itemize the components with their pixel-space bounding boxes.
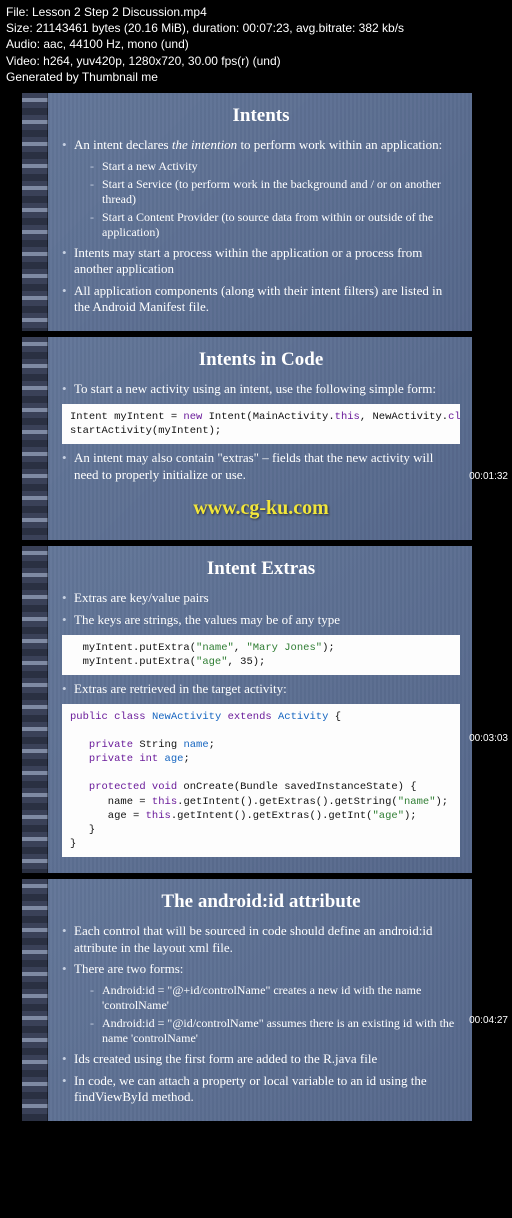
bullet: An intent declares the intention to perf… — [62, 137, 460, 154]
spiral-binding — [22, 337, 48, 540]
slide-title: The android:id attribute — [62, 891, 460, 913]
timestamp-2: 00:03:03 — [469, 733, 508, 744]
subbullet: Start a Content Provider (to source data… — [90, 210, 460, 240]
slide-intents: Intents An intent declares the intention… — [22, 93, 472, 331]
slide-intents-in-code: Intents in Code To start a new activity … — [22, 337, 472, 540]
slide-android-id: The android:id attribute Each control th… — [22, 879, 472, 1121]
video-line: Video: h264, yuv420p, 1280x720, 30.00 fp… — [6, 53, 506, 69]
video-info-header: File: Lesson 2 Step 2 Discussion.mp4 Siz… — [0, 0, 512, 87]
bullet: An intent may also contain "extras" – fi… — [62, 450, 460, 483]
slide-title: Intents in Code — [62, 349, 460, 371]
file-line: File: Lesson 2 Step 2 Discussion.mp4 — [6, 4, 506, 20]
bullet: There are two forms: — [62, 961, 460, 978]
slide-intent-extras: Intent Extras Extras are key/value pairs… — [22, 546, 472, 873]
size-line: Size: 21143461 bytes (20.16 MiB), durati… — [6, 20, 506, 36]
bullet: Ids created using the first form are add… — [62, 1051, 460, 1068]
code-block: myIntent.putExtra("name", "Mary Jones");… — [62, 635, 460, 675]
subbullet: Start a new Activity — [90, 159, 460, 174]
bullet: To start a new activity using an intent,… — [62, 381, 460, 398]
spiral-binding — [22, 93, 48, 331]
bullet: All application components (along with t… — [62, 283, 460, 316]
spiral-binding — [22, 879, 48, 1121]
bullet: The keys are strings, the values may be … — [62, 612, 460, 629]
slide-title: Intent Extras — [62, 558, 460, 580]
bullet: Extras are key/value pairs — [62, 590, 460, 607]
code-block: Intent myIntent = new Intent(MainActivit… — [62, 404, 460, 444]
timestamp-3: 00:04:27 — [469, 1015, 508, 1026]
thumbnail-grid: 00:01:32 00:03:03 00:04:27 Intents An in… — [0, 93, 512, 1121]
subbullet: Android:id = "@id/controlName" assumes t… — [90, 1016, 460, 1046]
spiral-binding — [22, 546, 48, 873]
bullet: Intents may start a process within the a… — [62, 245, 460, 278]
audio-line: Audio: aac, 44100 Hz, mono (und) — [6, 36, 506, 52]
subbullet: Start a Service (to perform work in the … — [90, 177, 460, 207]
code-block: public class NewActivity extends Activit… — [62, 704, 460, 858]
bullet: Extras are retrieved in the target activ… — [62, 681, 460, 698]
slide-title: Intents — [62, 105, 460, 127]
subbullet: Android:id = "@+id/controlName" creates … — [90, 983, 460, 1013]
bullet: Each control that will be sourced in cod… — [62, 923, 460, 956]
watermark: www.cg-ku.com — [62, 497, 460, 520]
timestamp-1: 00:01:32 — [469, 471, 508, 482]
bullet: In code, we can attach a property or loc… — [62, 1073, 460, 1106]
generated-line: Generated by Thumbnail me — [6, 69, 506, 85]
